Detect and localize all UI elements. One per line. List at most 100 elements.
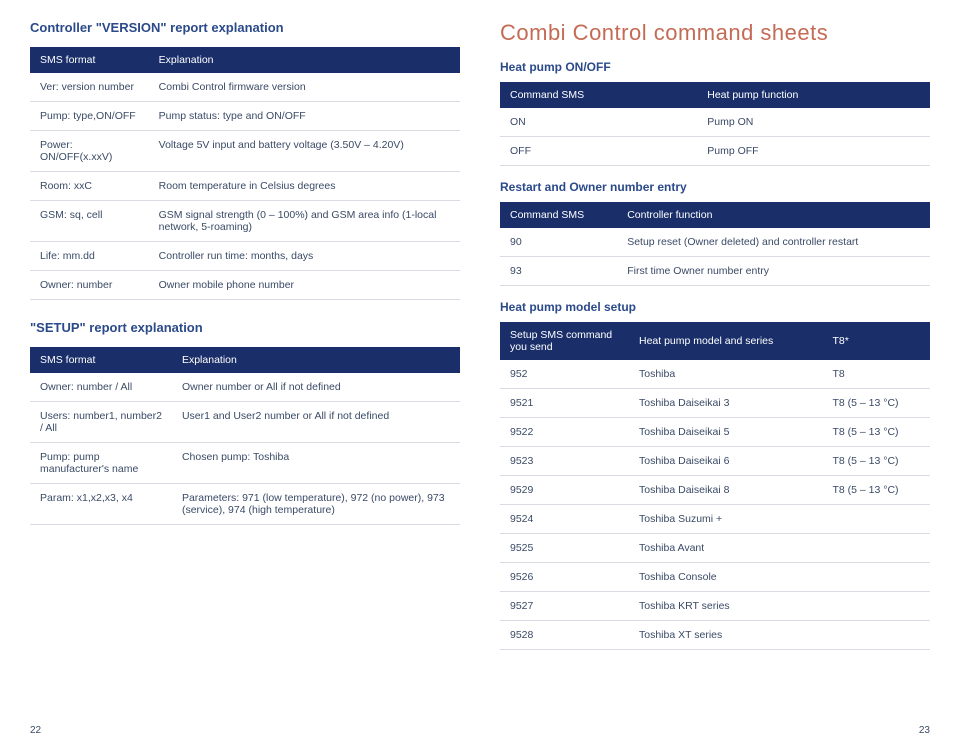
onoff-cell: OFF [500,137,697,166]
footer-left: 22 [30,717,460,736]
table-row: 9527Toshiba KRT series [500,592,930,621]
model-th-1: Heat pump model and series [629,322,823,360]
restart-cell: Setup reset (Owner deleted) and controll… [617,228,930,257]
table-row: 952ToshibaT8 [500,360,930,389]
model-cell [823,621,931,650]
footer-right: 23 [500,717,930,736]
setup-cell: User1 and User2 number or All if not def… [172,402,460,443]
page-num-left: 22 [30,725,41,736]
table-row: Pump: pump manufacturer's nameChosen pum… [30,443,460,484]
table-row: 9529Toshiba Daiseikai 8T8 (5 – 13 °C) [500,476,930,505]
version-cell: Voltage 5V input and battery voltage (3.… [149,131,460,172]
restart-cell: 90 [500,228,617,257]
table-row: 9523Toshiba Daiseikai 6T8 (5 – 13 °C) [500,447,930,476]
model-cell: Toshiba Avant [629,534,823,563]
model-cell: Toshiba Console [629,563,823,592]
version-cell: Pump status: type and ON/OFF [149,102,460,131]
version-th-1: Explanation [149,47,460,73]
restart-th-1: Controller function [617,202,930,228]
version-cell: Combi Control firmware version [149,73,460,102]
model-cell: Toshiba XT series [629,621,823,650]
table-row: GSM: sq, cellGSM signal strength (0 – 10… [30,201,460,242]
version-cell: GSM: sq, cell [30,201,149,242]
version-cell: Room: xxC [30,172,149,201]
sub-restart: Restart and Owner number entry [500,180,930,194]
model-cell [823,563,931,592]
model-cell: 952 [500,360,629,389]
version-cell: GSM signal strength (0 – 100%) and GSM a… [149,201,460,242]
setup-cell: Pump: pump manufacturer's name [30,443,172,484]
sub-model: Heat pump model setup [500,300,930,314]
setup-table: SMS format Explanation Owner: number / A… [30,347,460,525]
model-cell: 9524 [500,505,629,534]
model-cell: T8 (5 – 13 °C) [823,476,931,505]
setup-cell: Parameters: 971 (low temperature), 972 (… [172,484,460,525]
version-cell: Ver: version number [30,73,149,102]
sub-onoff: Heat pump ON/OFF [500,60,930,74]
table-row: 9525Toshiba Avant [500,534,930,563]
table-row: 9526Toshiba Console [500,563,930,592]
setup-cell: Chosen pump: Toshiba [172,443,460,484]
table-row: Owner: numberOwner mobile phone number [30,271,460,300]
model-cell: T8 (5 – 13 °C) [823,447,931,476]
version-th-0: SMS format [30,47,149,73]
version-cell: Life: mm.dd [30,242,149,271]
model-cell: Toshiba Daiseikai 5 [629,418,823,447]
version-title: Controller "VERSION" report explanation [30,20,460,35]
model-cell: 9528 [500,621,629,650]
onoff-table: Command SMS Heat pump function ONPump ON… [500,82,930,166]
model-cell: T8 (5 – 13 °C) [823,389,931,418]
table-row: ONPump ON [500,108,930,137]
model-cell: T8 (5 – 13 °C) [823,418,931,447]
table-row: 9524Toshiba Suzumi + [500,505,930,534]
table-row: Life: mm.ddController run time: months, … [30,242,460,271]
version-table: SMS format Explanation Ver: version numb… [30,47,460,300]
model-cell: 9521 [500,389,629,418]
restart-th-0: Command SMS [500,202,617,228]
model-cell: T8 [823,360,931,389]
setup-cell: Owner number or All if not defined [172,373,460,402]
model-th-2: T8* [823,322,931,360]
model-cell: 9525 [500,534,629,563]
model-cell: Toshiba Daiseikai 6 [629,447,823,476]
right-column: Combi Control command sheets Heat pump O… [500,20,930,736]
onoff-th-1: Heat pump function [697,82,930,108]
table-row: 93First time Owner number entry [500,257,930,286]
restart-table: Command SMS Controller function 90Setup … [500,202,930,286]
setup-th-1: Explanation [172,347,460,373]
model-th-0: Setup SMS command you send [500,322,629,360]
onoff-cell: ON [500,108,697,137]
left-column: Controller "VERSION" report explanation … [30,20,460,736]
model-cell: Toshiba KRT series [629,592,823,621]
table-row: 9521Toshiba Daiseikai 3T8 (5 – 13 °C) [500,389,930,418]
model-table: Setup SMS command you send Heat pump mod… [500,322,930,650]
onoff-cell: Pump OFF [697,137,930,166]
page: Controller "VERSION" report explanation … [30,20,930,736]
model-cell: 9527 [500,592,629,621]
table-row: Owner: number / AllOwner number or All i… [30,373,460,402]
version-cell: Controller run time: months, days [149,242,460,271]
table-row: 9528Toshiba XT series [500,621,930,650]
version-cell: Room temperature in Celsius degrees [149,172,460,201]
model-cell: 9529 [500,476,629,505]
model-cell: Toshiba Daiseikai 3 [629,389,823,418]
main-title: Combi Control command sheets [500,20,930,46]
table-row: 9522Toshiba Daiseikai 5T8 (5 – 13 °C) [500,418,930,447]
model-cell: Toshiba Daiseikai 8 [629,476,823,505]
model-cell: 9526 [500,563,629,592]
model-cell [823,505,931,534]
table-row: Power: ON/OFF(x.xxV)Voltage 5V input and… [30,131,460,172]
setup-title: "SETUP" report explanation [30,320,460,335]
table-row: 90Setup reset (Owner deleted) and contro… [500,228,930,257]
table-row: Ver: version numberCombi Control firmwar… [30,73,460,102]
setup-cell: Owner: number / All [30,373,172,402]
model-cell: Toshiba Suzumi + [629,505,823,534]
table-row: Room: xxCRoom temperature in Celsius deg… [30,172,460,201]
model-cell [823,534,931,563]
table-row: Users: number1, number2 / AllUser1 and U… [30,402,460,443]
table-row: Pump: type,ON/OFFPump status: type and O… [30,102,460,131]
model-cell: 9522 [500,418,629,447]
restart-cell: 93 [500,257,617,286]
model-cell: 9523 [500,447,629,476]
setup-cell: Param: x1,x2,x3, x4 [30,484,172,525]
